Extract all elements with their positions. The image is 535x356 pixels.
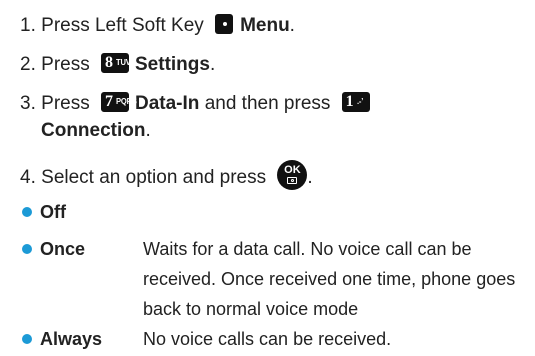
step-text: Press	[41, 54, 90, 75]
step-2: 2. Press 8 TUV Settings.	[20, 53, 216, 75]
step-1: 1. Press Left Soft Key Menu.	[20, 14, 295, 36]
step-text: Press Left Soft Key	[41, 15, 204, 36]
bullet-icon	[22, 244, 32, 254]
step-3-continued: Connection.	[41, 120, 151, 141]
connection-label: Connection	[41, 120, 146, 141]
data-in-label: Data-In	[135, 93, 200, 114]
option-always-name: Always	[40, 329, 103, 349]
key-8-icon: 8 TUV	[101, 53, 131, 73]
option-once-description: Waits for a data call. No voice call can…	[143, 239, 516, 319]
menu-label: Menu	[240, 15, 290, 36]
bullet-icon	[22, 334, 32, 344]
bullet-icon	[22, 207, 32, 217]
option-always-description: No voice calls can be received.	[143, 329, 392, 349]
step-text: Press	[41, 93, 90, 114]
option-off-name: Off	[40, 202, 66, 222]
step-3: 3. Press 7 PQRS Data-In and then press 1 .-…	[20, 92, 376, 116]
ok-camera-key-icon: OK	[277, 160, 308, 190]
option-once-name: Once	[40, 239, 86, 259]
key-7-icon: 7 PQRS	[101, 92, 137, 112]
step-number: 1.	[20, 15, 36, 36]
step-4: 4. Select an option and press OK.	[20, 160, 313, 190]
key-1-icon: 1 .-’	[341, 92, 370, 112]
settings-label: Settings	[135, 54, 210, 75]
step-number: 3.	[20, 93, 36, 114]
step-number: 2.	[20, 54, 36, 75]
step-text: Select an option and press	[41, 167, 267, 188]
left-soft-key-icon	[215, 14, 234, 34]
instructions-page: 1. Press Left Soft Key Menu. 2. Press 8T…	[0, 0, 535, 356]
step-number: 4.	[20, 167, 36, 188]
